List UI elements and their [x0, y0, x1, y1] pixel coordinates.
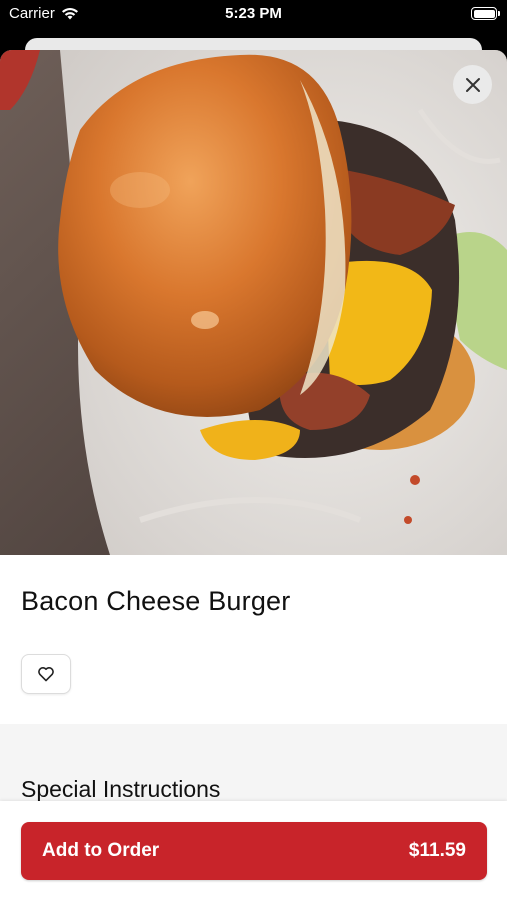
- item-title: Bacon Cheese Burger: [21, 586, 291, 616]
- burger-photo-icon: [0, 50, 507, 555]
- status-time: 5:23 PM: [225, 5, 282, 22]
- item-detail-sheet: Bacon Cheese Burger Special Instructions…: [0, 50, 507, 900]
- close-button[interactable]: [453, 65, 492, 104]
- add-to-order-button[interactable]: Add to Order $11.59: [21, 822, 487, 880]
- order-price: $11.59: [408, 840, 466, 861]
- heart-icon: [38, 667, 54, 682]
- status-bar: Carrier 5:23 PM: [0, 0, 507, 30]
- favorite-button[interactable]: [21, 654, 71, 694]
- bottom-action-bar: Add to Order $11.59: [0, 801, 507, 900]
- add-to-order-label: Add to Order: [42, 840, 160, 861]
- item-photo: [0, 50, 507, 555]
- close-icon: [465, 77, 480, 92]
- battery-icon: [471, 7, 500, 20]
- special-instructions-heading: Special Instructions: [21, 776, 221, 802]
